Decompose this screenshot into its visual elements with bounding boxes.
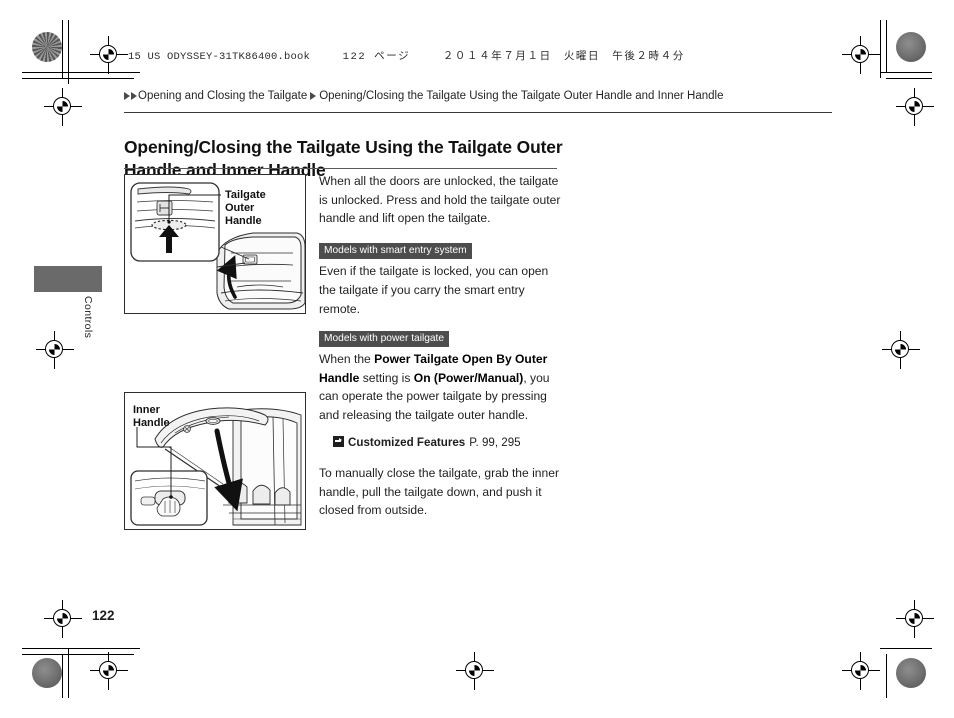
registration-mark-bottom-left [44,600,82,638]
figure-callout-line2: Outer [225,202,255,214]
registration-mark-top-left [44,88,82,126]
section-smart-entry: Models with smart entry system Even if t… [319,240,562,318]
print-control-dot-bottom-right [896,658,926,688]
title-divider [124,168,557,169]
paragraph-manual-close: To manually close the tailgate, grab the… [319,465,560,518]
paragraph-power-bold2: On (Power/Manual) [413,370,524,385]
breadcrumb: Opening and Closing the Tailgate Opening… [124,90,723,102]
breadcrumb-level-2[interactable]: Opening/Closing the Tailgate Using the T… [319,90,723,102]
figure-callout-line1: Inner [133,404,161,416]
registration-mark-bottom-center [456,652,494,690]
figure-tailgate-outer-handle: Tailgate Outer Handle [124,174,306,314]
book-header-filename: 15 US ODYSSEY-31TK86400.book [128,51,311,63]
crop-line-bottom-left-v [62,654,64,698]
registration-mark-bottom-right [896,600,934,638]
chapter-tab-marker [34,266,102,292]
registration-mark-top-inner-left [90,36,128,74]
triangle-right-icon [131,92,137,100]
registration-mark-bottom-inner-right [842,652,880,690]
crop-line-top-left-v2 [68,20,70,84]
crop-line-top-right-v2 [886,20,888,72]
crop-line-bottom-left-h [22,648,140,650]
cross-reference-page: P. 99, 295 [469,435,521,449]
crop-line-top-right-v [880,20,882,78]
book-header-page: 122 ページ [342,51,411,63]
header-divider [124,112,832,114]
book-header: 15 US ODYSSEY-31TK86400.book 122 ページ ２０１… [128,48,685,63]
badge-power-tailgate: Models with power tailgate [319,330,450,347]
figure-callout-line3: Handle [225,215,262,227]
crop-line-top-left-v [62,20,64,78]
page-number: 122 [92,608,115,623]
registration-mark-left-middle [36,331,74,369]
chapter-tab-label: Controls [82,296,94,339]
badge-smart-entry: Models with smart entry system [319,243,472,260]
crop-line-bottom-left-v2 [68,648,70,698]
paragraph-smart-entry: Even if the tailgate is locked, you can … [319,264,549,316]
cross-reference-customized-features[interactable]: Customized Features P. 99, 295 [319,434,562,452]
cross-reference-title[interactable]: Customized Features [348,434,465,452]
section-power-tailgate: Models with power tailgate When the Powe… [319,328,562,425]
jump-to-reference-icon [333,435,344,447]
print-control-dot-bottom-left [32,658,62,688]
print-control-dot-top-right [896,32,926,62]
crop-line-bottom-right-h [880,648,932,650]
crop-line-bottom-right-v [886,654,888,698]
figure-callout-line2: Handle [133,417,170,429]
body-column: When all the doors are unlocked, the tai… [319,172,562,532]
paragraph-power-part1: When the [319,351,375,366]
breadcrumb-level-1[interactable]: Opening and Closing the Tailgate [138,90,307,102]
paragraph-power-part2: setting is [359,370,414,385]
crop-line-top-left-h2 [22,78,134,80]
figure-tailgate-inner-handle: Inner Handle [124,392,306,530]
figure-callout-line1: Tailgate [225,189,266,201]
registration-mark-right-middle [882,331,920,369]
registration-mark-bottom-inner-left [90,652,128,690]
book-header-date: ２０１４年７月１日 火曜日 午後２時４分 [442,51,685,63]
print-control-dot-top-left [32,32,62,62]
crop-line-top-right-h [880,72,932,74]
registration-mark-top-inner-right [842,36,880,74]
registration-mark-top-right [896,88,934,126]
paragraph-unlocked-tailgate: When all the doors are unlocked, the tai… [319,174,561,226]
crop-line-top-right-h2 [886,78,932,80]
crop-line-bottom-left-h2 [22,654,134,656]
crop-line-top-left-h [22,72,140,74]
paragraph-power-tailgate: When the Power Tailgate Open By Outer Ha… [319,350,562,425]
triangle-right-icon [124,92,130,100]
triangle-right-icon [310,92,317,100]
